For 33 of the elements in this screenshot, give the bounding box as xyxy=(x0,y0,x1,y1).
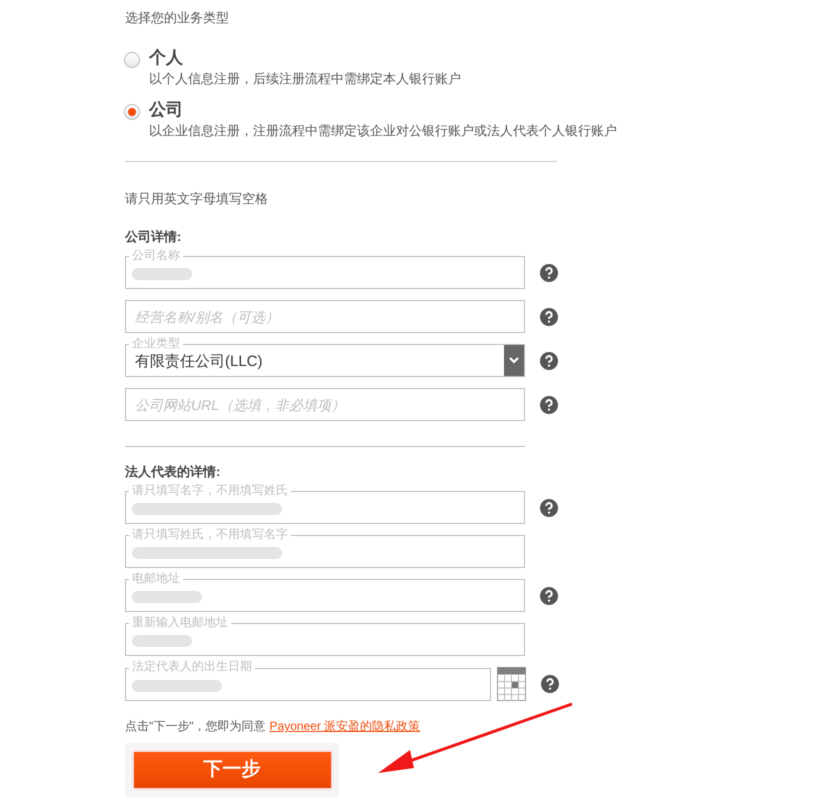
field-label: 电邮地址 xyxy=(129,570,183,586)
help-icon[interactable] xyxy=(541,675,559,693)
consent-text: 点击"下一步"，您即为同意 xyxy=(125,718,266,734)
section-heading: 公司详情: xyxy=(125,228,182,246)
radio-button[interactable] xyxy=(124,52,140,68)
help-icon[interactable] xyxy=(540,586,558,604)
text-field[interactable]: 公司网站URL（选填，非必填项） xyxy=(125,388,525,421)
field-label: 请只填写名字，不用填写姓氏 xyxy=(129,482,291,498)
help-icon[interactable] xyxy=(540,308,558,326)
field-label: 企业类型 xyxy=(129,335,183,351)
next-button[interactable]: 下一步 xyxy=(134,752,330,788)
section-heading: 法人代表的详情: xyxy=(125,463,222,481)
select-value: 有限责任公司(LLC) xyxy=(134,352,263,372)
help-icon[interactable] xyxy=(540,264,558,282)
chevron-down-icon xyxy=(509,357,519,364)
help-icon[interactable] xyxy=(540,352,558,370)
help-icon[interactable] xyxy=(540,498,558,516)
radio-button[interactable] xyxy=(124,104,140,120)
field-label: 公司名称 xyxy=(129,247,183,263)
field-label: 请只填写姓氏，不用填写名字 xyxy=(129,526,291,542)
field-label: 重新输入电邮地址 xyxy=(129,614,231,630)
privacy-policy-link[interactable]: Payoneer 派安盈的隐私政策 xyxy=(270,718,420,734)
option-description: 以企业信息注册，注册流程中需绑定该企业对公银行账户或法人代表个人银行账户 xyxy=(149,122,618,140)
instruction-text: 请只用英文字母填写空格 xyxy=(125,190,269,208)
help-icon[interactable] xyxy=(540,396,558,414)
section-title: 选择您的业务类型 xyxy=(125,9,230,27)
text-field[interactable]: 经营名称/别名（可选） xyxy=(125,300,525,333)
dropdown-button[interactable] xyxy=(504,345,524,376)
option-label: 个人 xyxy=(149,47,183,69)
option-description: 以个人信息注册，后续注册流程中需绑定本人银行账户 xyxy=(149,70,462,88)
calendar-icon[interactable] xyxy=(497,667,526,701)
field-label: 法定代表人的出生日期 xyxy=(129,658,255,674)
option-label: 公司 xyxy=(149,99,183,121)
